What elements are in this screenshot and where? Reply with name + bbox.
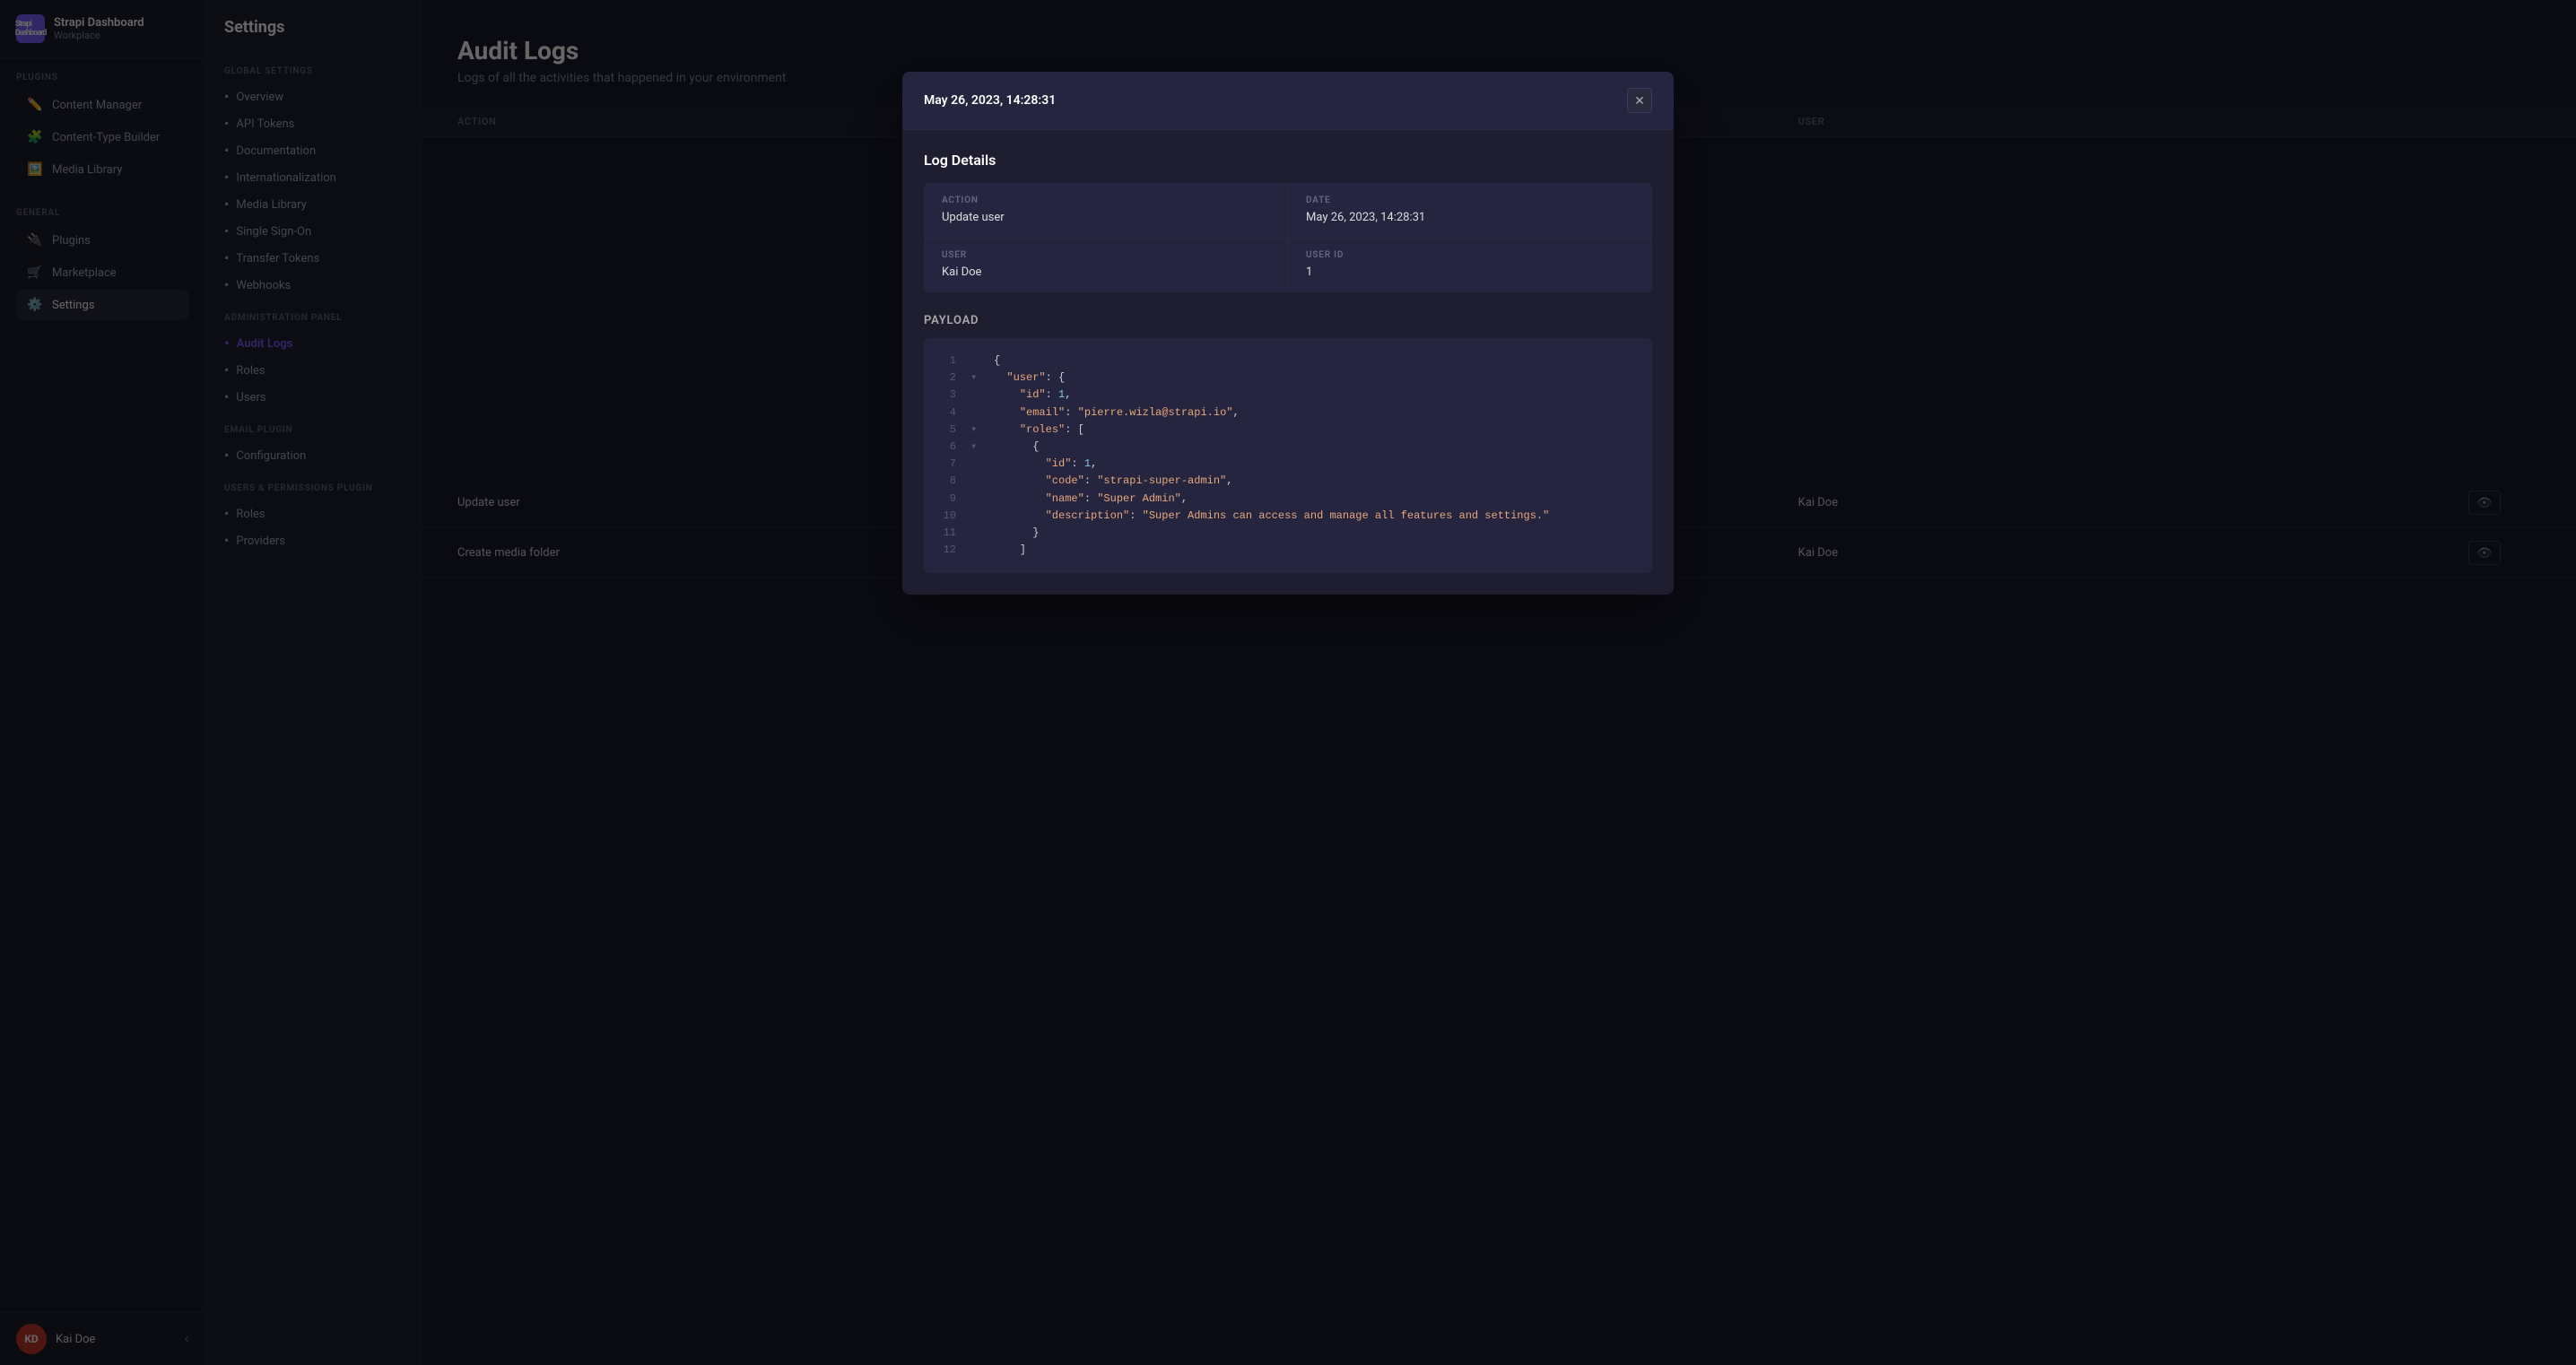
modal-overlay: May 26, 2023, 14:28:31 ✕ Log Details ACT… <box>422 0 2576 1365</box>
modal-body: Log Details ACTION Update user DATE May … <box>902 130 1674 595</box>
code-line: 3 "id": 1, <box>938 387 1638 404</box>
code-line: 10 "description": "Super Admins can acce… <box>938 508 1638 525</box>
user-id-label: USER ID <box>1306 250 1634 260</box>
code-line: 1 { <box>938 352 1638 370</box>
close-icon: ✕ <box>1634 93 1645 109</box>
code-line: 5 ▾ "roles": [ <box>938 422 1638 439</box>
log-detail-modal: May 26, 2023, 14:28:31 ✕ Log Details ACT… <box>902 72 1674 595</box>
payload-title: Payload <box>924 314 1652 327</box>
date-value: May 26, 2023, 14:28:31 <box>1306 211 1634 224</box>
code-line: 9 "name": "Super Admin", <box>938 491 1638 508</box>
code-line: 7 "id": 1, <box>938 456 1638 473</box>
modal-close-button[interactable]: ✕ <box>1627 88 1652 113</box>
detail-date: DATE May 26, 2023, 14:28:31 <box>1288 183 1652 238</box>
user-id-value: 1 <box>1306 265 1634 279</box>
modal-header: May 26, 2023, 14:28:31 ✕ <box>902 72 1674 130</box>
action-value: Update user <box>942 211 1269 224</box>
modal-date: May 26, 2023, 14:28:31 <box>924 93 1056 108</box>
date-label: DATE <box>1306 196 1634 205</box>
code-line: 4 "email": "pierre.wizla@strapi.io", <box>938 404 1638 422</box>
main-content: Audit Logs Logs of all the activities th… <box>422 0 2576 1365</box>
detail-user-id: USER ID 1 <box>1288 238 1652 292</box>
user-value: Kai Doe <box>942 265 1269 279</box>
payload-code-block: 1 { 2 ▾ "user": { 3 "id": 1, <box>924 338 1652 573</box>
code-line: 8 "code": "strapi-super-admin", <box>938 473 1638 490</box>
detail-user: USER Kai Doe <box>924 238 1288 292</box>
code-line: 2 ▾ "user": { <box>938 370 1638 387</box>
code-line: 11 } <box>938 525 1638 542</box>
log-details-grid: ACTION Update user DATE May 26, 2023, 14… <box>924 183 1652 292</box>
action-label: ACTION <box>942 196 1269 205</box>
log-details-title: Log Details <box>924 152 1652 169</box>
code-line: 12 ] <box>938 542 1638 559</box>
detail-action: ACTION Update user <box>924 183 1288 238</box>
user-label: USER <box>942 250 1269 260</box>
code-line: 6 ▾ { <box>938 439 1638 456</box>
